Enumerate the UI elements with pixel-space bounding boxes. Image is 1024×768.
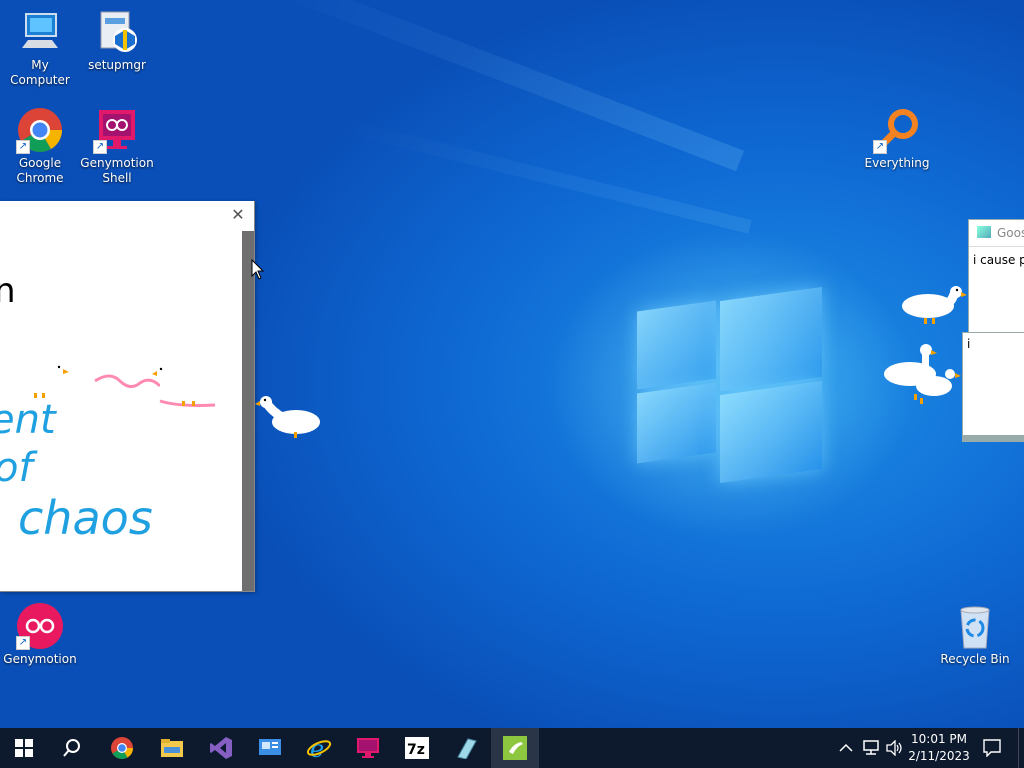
chrome-icon xyxy=(111,737,133,759)
goose-sprite[interactable] xyxy=(880,340,964,413)
action-center-button[interactable] xyxy=(972,728,1012,768)
network-tray-button[interactable] xyxy=(859,728,883,768)
taskbar-genymotion-shell[interactable] xyxy=(344,728,392,768)
control-panel-icon xyxy=(259,739,281,755)
taskbar: e 7z 10:01 PM 2/11/2023 xyxy=(0,728,1024,768)
desktop-icon-label: Genymotion Shell xyxy=(80,156,154,185)
notification-icon xyxy=(983,739,1001,757)
start-icon xyxy=(15,739,33,757)
goose-sprite[interactable] xyxy=(898,282,970,337)
taskbar-chrome[interactable] xyxy=(98,728,146,768)
desktop-icon-label: setupmgr xyxy=(88,58,146,72)
computer-icon xyxy=(16,8,64,56)
desktop-icon-genymotion[interactable]: ↗ Genymotion xyxy=(0,602,80,667)
windows-logo-wallpaper xyxy=(637,286,823,484)
drawn-text: ent xyxy=(0,397,56,443)
taskbar-notepad[interactable] xyxy=(442,728,490,768)
svg-text:e: e xyxy=(310,735,324,761)
taskbar-control-panel[interactable] xyxy=(246,728,294,768)
clock-date: 2/11/2023 xyxy=(908,749,970,763)
recycle-bin-icon xyxy=(951,602,999,650)
desktop-icon-setupmgr[interactable]: setupmgr xyxy=(77,8,157,73)
taskbar-internet-explorer[interactable]: e xyxy=(295,728,343,768)
note-text: i xyxy=(967,337,971,351)
desktop-icon-label: Genymotion xyxy=(3,652,77,666)
network-icon xyxy=(863,740,879,755)
everything-search-icon: ↗ xyxy=(873,106,921,154)
internet-explorer-icon: e xyxy=(306,735,332,761)
desktop-icon-label: Google Chrome xyxy=(16,156,64,185)
desktop-icon-label: My Computer xyxy=(10,58,70,87)
note-text: i cause p xyxy=(973,253,1024,267)
desktop-icon-label: Recycle Bin xyxy=(940,652,1010,666)
taskbar-visual-studio[interactable] xyxy=(197,728,245,768)
genymotion-icon: ↗ xyxy=(16,602,64,650)
notepad-icon xyxy=(977,226,991,238)
desktop-icon-genymotion-shell[interactable]: ↗ Genymotion Shell xyxy=(77,106,157,186)
show-hidden-icons-button[interactable] xyxy=(834,728,858,768)
desktop-icon-everything[interactable]: ↗ Everything xyxy=(857,106,937,171)
mouse-cursor-icon xyxy=(251,259,265,280)
search-icon xyxy=(63,739,80,757)
shortcut-arrow-icon: ↗ xyxy=(93,140,107,154)
desktop-icon-my-computer[interactable]: My Computer xyxy=(0,8,80,88)
taskbar-goose-app[interactable] xyxy=(491,728,539,768)
chevron-up-icon xyxy=(839,743,853,752)
visual-studio-icon xyxy=(210,737,232,759)
notepad-icon xyxy=(457,738,477,759)
taskbar-file-explorer[interactable] xyxy=(148,728,196,768)
clock-time: 10:01 PM xyxy=(911,732,967,746)
genymotion-shell-icon: ↗ xyxy=(93,106,141,154)
volume-icon xyxy=(886,740,902,756)
file-explorer-icon xyxy=(161,739,183,757)
goose-app-icon xyxy=(503,736,527,760)
window-title-bar[interactable]: Goos xyxy=(969,220,1024,247)
goose-note-window-2[interactable]: i xyxy=(962,332,1024,442)
drawing-window[interactable]: ✕ n ent of chaos xyxy=(0,201,255,592)
scrollbar[interactable] xyxy=(242,231,254,591)
clock[interactable]: 10:01 PM 2/11/2023 xyxy=(906,731,972,765)
taskbar-7zip[interactable]: 7z xyxy=(393,728,441,768)
goose-sprite[interactable] xyxy=(152,361,210,410)
show-desktop-button[interactable] xyxy=(1018,728,1024,768)
window-border xyxy=(963,435,1024,441)
shortcut-arrow-icon: ↗ xyxy=(16,636,30,650)
drawn-text: chaos xyxy=(18,491,153,545)
setup-icon xyxy=(93,8,141,56)
svg-text:7z: 7z xyxy=(407,742,425,758)
desktop-icon-google-chrome[interactable]: ↗ Google Chrome xyxy=(0,106,80,186)
volume-tray-button[interactable] xyxy=(882,728,906,768)
goose-sprite[interactable] xyxy=(254,392,324,445)
shortcut-arrow-icon: ↗ xyxy=(873,140,887,154)
light-beam xyxy=(269,0,744,172)
start-button[interactable] xyxy=(0,728,48,768)
drawn-text: n xyxy=(0,271,16,311)
desktop: My Computer setupmgr ↗ Google Chrome ↗ G… xyxy=(0,0,1024,728)
desktop-icon-recycle-bin[interactable]: Recycle Bin xyxy=(935,602,1015,667)
genymotion-shell-icon xyxy=(357,738,379,758)
goose-sprite[interactable] xyxy=(14,359,70,402)
window-title: Goos xyxy=(997,226,1024,240)
desktop-icon-label: Everything xyxy=(864,156,930,170)
chrome-icon: ↗ xyxy=(16,106,64,154)
search-button[interactable] xyxy=(48,728,96,768)
shortcut-arrow-icon: ↗ xyxy=(16,140,30,154)
7zip-icon: 7z xyxy=(405,737,429,759)
drawn-text: of xyxy=(0,445,33,491)
